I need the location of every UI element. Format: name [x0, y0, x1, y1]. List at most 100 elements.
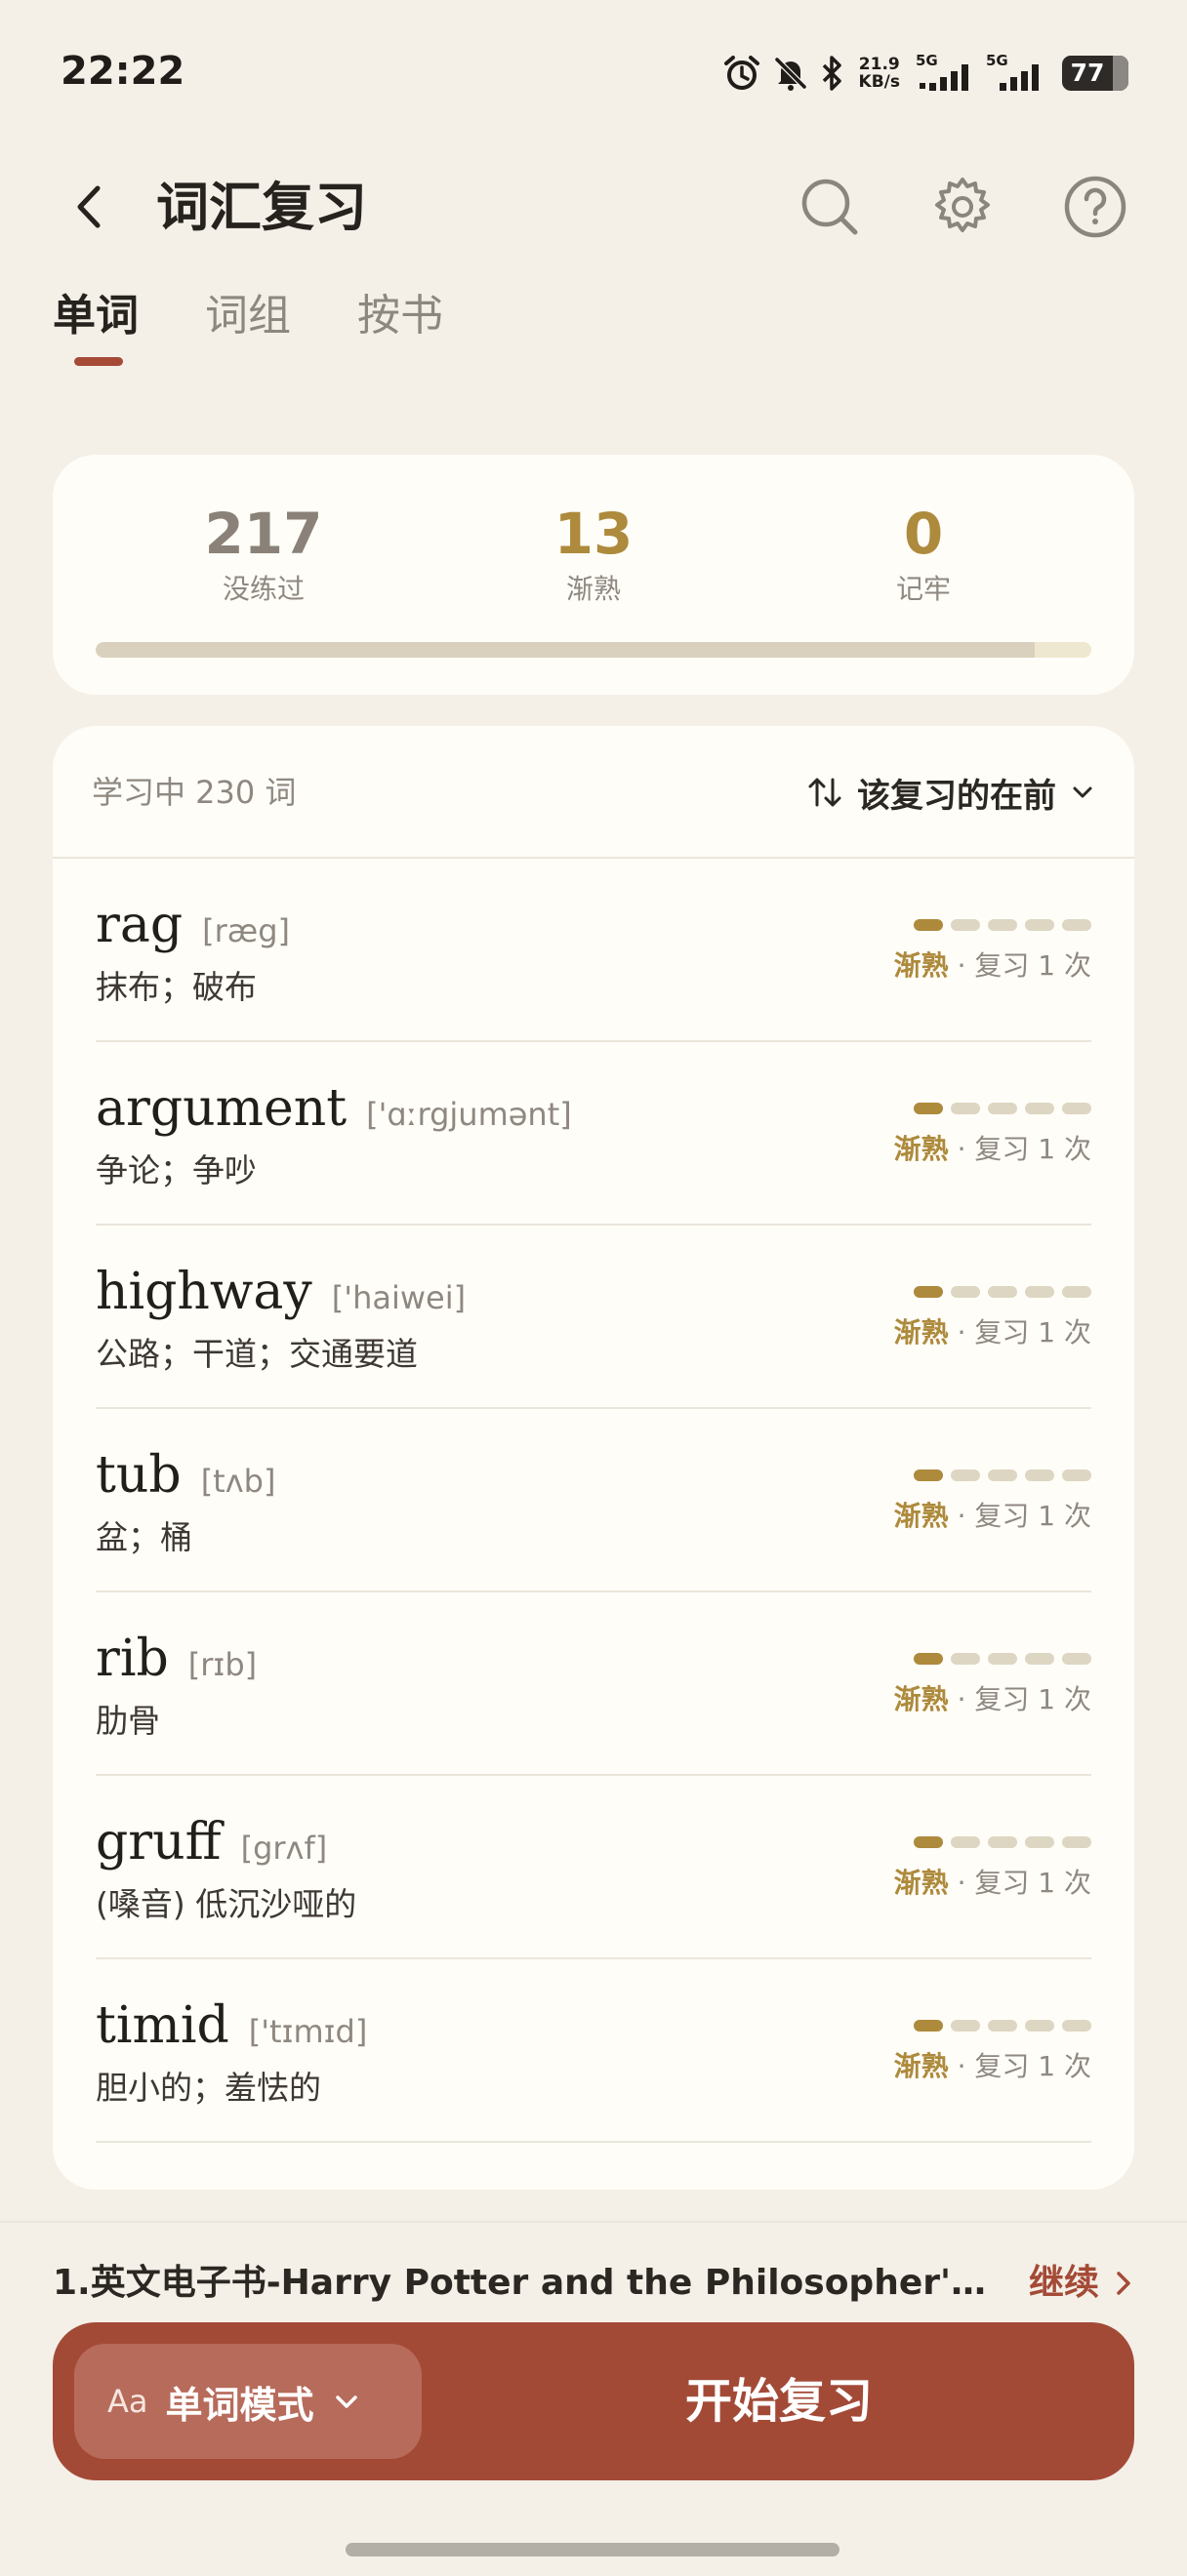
status-separator: ·: [948, 1867, 975, 1899]
mastery-dot: [988, 1836, 1017, 1848]
mastery-dot: [988, 1653, 1017, 1665]
word-row[interactable]: timid ['tɪmɪd] 胆小的；羞怯的 渐熟 · 复习 1 次: [96, 1959, 1091, 2143]
net-speed: 21.9 KB/s: [859, 56, 900, 91]
word-line: highway ['haiwei]: [96, 1263, 466, 1321]
mastery-dot: [1062, 1286, 1091, 1298]
stat-value: 217: [204, 501, 323, 567]
font-mode-icon: Aa: [107, 2383, 148, 2420]
bottom-bar: 1.英文电子书-Harry Potter and the Philosopher…: [0, 2221, 1187, 2576]
stat-label: 没练过: [222, 573, 305, 605]
status-separator: ·: [948, 1683, 975, 1715]
status-separator: ·: [948, 1500, 975, 1532]
word-line: rib [rɪb]: [96, 1630, 257, 1688]
review-count: 复习 1 次: [974, 1133, 1091, 1165]
alarm-icon: [722, 54, 761, 93]
word-text: timid: [96, 1996, 229, 2055]
search-button[interactable]: [795, 172, 865, 242]
mastery-level: 渐熟: [893, 949, 949, 982]
word-meaning: 胆小的；羞怯的: [96, 2069, 321, 2107]
review-count: 复习 1 次: [974, 1316, 1091, 1348]
review-count: 复习 1 次: [974, 2050, 1091, 2082]
review-status: 渐熟 · 复习 1 次: [894, 1497, 1091, 1536]
word-meaning: 公路；干道；交通要道: [96, 1335, 418, 1373]
back-button[interactable]: [59, 176, 121, 238]
review-status: 渐熟 · 复习 1 次: [894, 1864, 1091, 1903]
tab-words[interactable]: 单词: [53, 287, 139, 375]
word-meaning: (嗓音) 低沉沙哑的: [96, 1885, 357, 1923]
mastery-dots: [914, 1103, 1091, 1114]
tab-by-book[interactable]: 按书: [357, 287, 443, 375]
mode-label: 单词模式: [165, 2383, 314, 2427]
settings-button[interactable]: [927, 172, 998, 242]
word-phonetic: [grʌf]: [240, 1830, 328, 1867]
status-icons: 21.9 KB/s 5G 5G 77: [722, 51, 1128, 96]
word-meaning: 肋骨: [96, 1702, 160, 1740]
word-row[interactable]: highway ['haiwei] 公路；干道；交通要道 渐熟 · 复习 1 次: [96, 1226, 1091, 1409]
status-separator: ·: [948, 1133, 975, 1165]
mute-icon: [771, 54, 810, 93]
review-count: 复习 1 次: [974, 1500, 1091, 1532]
gear-icon: [935, 178, 990, 232]
word-row[interactable]: gruff [grʌf] (嗓音) 低沉沙哑的 渐熟 · 复习 1 次: [96, 1776, 1091, 1959]
word-phonetic: ['haiwei]: [331, 1279, 467, 1316]
word-meaning: 盆；桶: [96, 1518, 192, 1556]
word-phonetic: ['tɪmɪd]: [248, 2013, 368, 2050]
continue-button[interactable]: 继续: [1029, 2260, 1134, 2307]
mastery-dot: [1062, 1469, 1091, 1481]
progress-fill: [96, 642, 1035, 658]
word-text: rib: [96, 1630, 169, 1688]
status-separator: ·: [948, 1316, 975, 1348]
review-status: 渐熟 · 复习 1 次: [894, 946, 1091, 986]
help-button[interactable]: [1060, 172, 1130, 242]
mastery-dot: [951, 1469, 980, 1481]
word-row[interactable]: rib [rɪb] 肋骨 渐熟 · 复习 1 次: [96, 1592, 1091, 1776]
stats-card: 217 没练过 13 渐熟 0 记牢: [53, 455, 1134, 695]
start-review-button[interactable]: 开始复习: [424, 2322, 1134, 2480]
word-text: rag: [96, 896, 184, 954]
sort-dropdown[interactable]: 该复习的在前: [806, 767, 1095, 818]
tab-label: 单词: [53, 291, 139, 341]
mastery-dots: [914, 1836, 1091, 1848]
word-row[interactable]: argument ['ɑːrgjumənt] 争论；争吵 渐熟 · 复习 1 次: [96, 1042, 1091, 1226]
sort-label: 该复习的在前: [857, 776, 1056, 816]
review-status: 渐熟 · 复习 1 次: [894, 1313, 1091, 1352]
mastery-dot: [951, 919, 980, 931]
book-title: 1.英文电子书-Harry Potter and the Philosopher…: [53, 2263, 990, 2303]
chevron-right-icon: [1117, 2272, 1130, 2295]
mastery-dot: [1025, 1286, 1054, 1298]
word-meaning: 争论；争吵: [96, 1151, 257, 1189]
status-time: 22:22: [61, 49, 185, 94]
mastery-dot: [1025, 1836, 1054, 1848]
word-line: gruff [grʌf]: [96, 1813, 327, 1872]
mastery-level: 渐熟: [893, 1500, 949, 1532]
stat-label: 记牢: [895, 573, 951, 605]
stat-value: 13: [553, 501, 634, 567]
chevron-down-icon: [335, 2395, 357, 2408]
word-phonetic: [tʌb]: [200, 1463, 276, 1500]
tab-phrases[interactable]: 词组: [205, 287, 291, 375]
review-count: 复习 1 次: [974, 1867, 1091, 1899]
tab-label: 词组: [205, 291, 291, 341]
mastery-dot: [914, 1469, 943, 1481]
mastery-dot: [951, 1653, 980, 1665]
mastery-dot: [1025, 2020, 1054, 2032]
mastery-dot: [1062, 1836, 1091, 1848]
tab-label: 按书: [357, 291, 443, 341]
current-book-link[interactable]: 1.英文电子书-Harry Potter and the Philosopher…: [53, 2254, 1134, 2309]
home-indicator[interactable]: [346, 2543, 839, 2556]
mastery-level: 渐熟: [893, 2050, 949, 2082]
mastery-dot: [988, 1103, 1017, 1114]
review-status: 渐熟 · 复习 1 次: [894, 2047, 1091, 2086]
review-count: 复习 1 次: [974, 949, 1091, 982]
word-row[interactable]: rag [ræg] 抹布；破布 渐熟 · 复习 1 次: [96, 859, 1091, 1042]
review-status: 渐熟 · 复习 1 次: [894, 1130, 1091, 1169]
word-row[interactable]: tub [tʌb] 盆；桶 渐熟 · 复习 1 次: [96, 1409, 1091, 1592]
review-status: 渐熟 · 复习 1 次: [894, 1680, 1091, 1719]
mode-dropdown[interactable]: Aa 单词模式: [74, 2344, 422, 2459]
mastery-dots: [914, 919, 1091, 931]
mastery-dot: [914, 1836, 943, 1848]
start-review-bar: Aa 单词模式 开始复习: [53, 2322, 1134, 2480]
word-list-card: 学习中 230 词 该复习的在前 rag [ræg] 抹布；破布 渐熟 · 复习 1 …: [53, 726, 1134, 2190]
page-title: 词汇复习: [156, 177, 367, 238]
net-speed-unit: KB/s: [858, 72, 900, 92]
